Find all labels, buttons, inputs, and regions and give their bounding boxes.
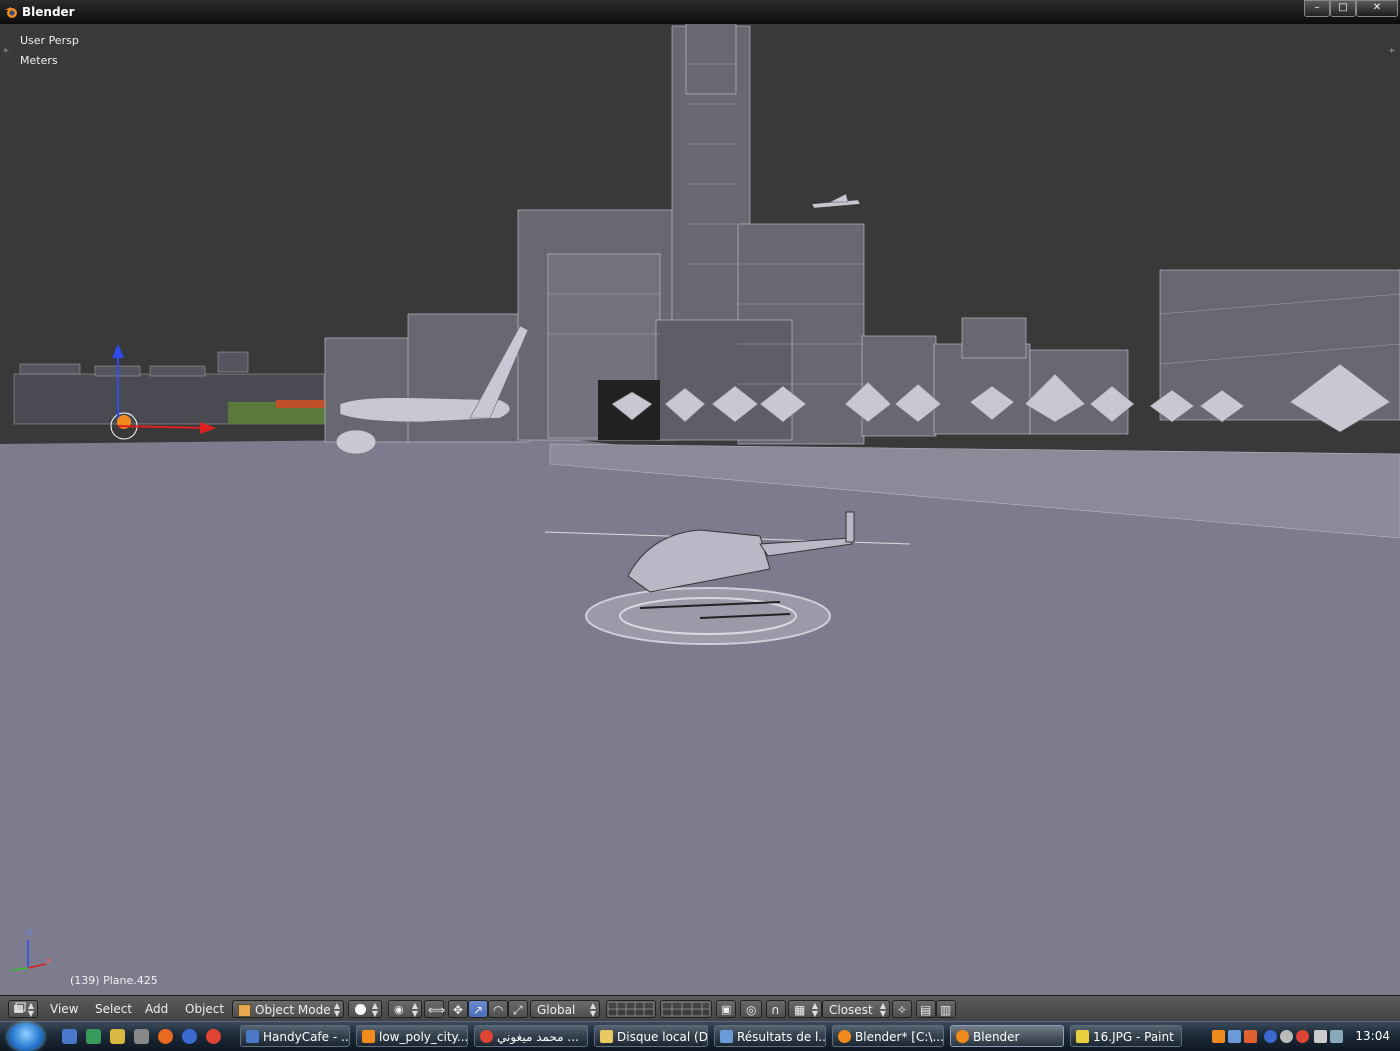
manipulator-center-button[interactable]: ⟺ (424, 1000, 446, 1018)
window-titlebar: Blender – □ ✕ (0, 0, 1400, 25)
layers-grid-icon (661, 1001, 711, 1017)
task-app-icon (480, 1030, 493, 1043)
scale-icon: ⤢ (513, 1003, 523, 1017)
vlc-tray-icon[interactable] (1212, 1030, 1225, 1043)
object-mode-icon (238, 1004, 251, 1017)
transform-orientation-selector[interactable]: Global ▲ ▼ (530, 1000, 600, 1018)
mode-label: Object Mode (255, 1003, 331, 1017)
tray-app-icon[interactable] (1244, 1030, 1257, 1043)
task-app-icon (246, 1030, 259, 1043)
task-app-icon (956, 1030, 969, 1043)
snap-target-label: Closest (829, 1003, 873, 1017)
task-button-chrome[interactable]: محمد ميغوني ... (474, 1025, 588, 1047)
toolshelf-toggle-icon[interactable]: + (2, 46, 10, 56)
active-object-label: (139) Plane.425 (70, 974, 158, 987)
mode-selector[interactable]: Object Mode ▲ ▼ (232, 1000, 344, 1018)
scene-render (0, 24, 1400, 995)
task-button-paint[interactable]: 16.JPG - Paint (1070, 1025, 1182, 1047)
windows-taskbar: HandyCafe - ... low_poly_city... محمد مي… (0, 1021, 1400, 1051)
lock-icon: ▣ (721, 1003, 732, 1016)
tray-misc-icon[interactable] (1330, 1030, 1343, 1043)
proportional-edit-icon: ◎ (746, 1003, 757, 1017)
menu-object[interactable]: Object (185, 1000, 224, 1018)
updown-icon: ▲ ▼ (27, 1001, 34, 1018)
task-button-handycafe[interactable]: HandyCafe - ... (240, 1025, 350, 1047)
browser-icon[interactable] (182, 1029, 197, 1044)
show-desktop-icon[interactable] (62, 1029, 77, 1044)
editor-type-selector[interactable]: ▲ ▼ (8, 1000, 38, 1018)
tray-browser-icon[interactable] (1264, 1030, 1277, 1043)
axis-z-label: z (27, 928, 32, 938)
layer-lock-button[interactable]: ▣ (716, 1000, 736, 1018)
quicklaunch-tool-icon[interactable] (134, 1029, 149, 1044)
minimize-button[interactable]: – (1304, 0, 1330, 17)
menu-select[interactable]: Select (95, 1000, 132, 1018)
magnet-icon: ∩ (771, 1003, 780, 1017)
view-name-label: User Persp (20, 34, 79, 47)
manipulator-axes-icon: ✥ (453, 1003, 464, 1017)
properties-toggle-icon[interactable]: + (1388, 46, 1396, 56)
proportional-edit-button[interactable]: ◎ (740, 1000, 762, 1018)
pivot-icon: ◉ (394, 1003, 404, 1016)
translate-manipulator-button[interactable]: ↗ (468, 1000, 488, 1018)
network-tray-icon[interactable] (1228, 1030, 1241, 1043)
quicklaunch-folder-icon[interactable] (110, 1029, 125, 1044)
layers-grid-icon (607, 1001, 655, 1017)
close-button[interactable]: ✕ (1356, 0, 1398, 17)
window-title: Blender (22, 5, 75, 19)
task-button-blender-file[interactable]: Blender* [C:\... (832, 1025, 944, 1047)
rotate-manipulator-button[interactable]: ◠ (488, 1000, 508, 1018)
snap-align-icon: ✧ (897, 1003, 908, 1017)
volume-icon[interactable] (1314, 1030, 1327, 1043)
task-app-icon (838, 1030, 851, 1043)
3d-view-header: ▲ ▼ View Select Add Object Object Mode ▲ ▼… (0, 995, 1400, 1022)
snap-rotation-button[interactable]: ✧ (892, 1000, 912, 1018)
task-app-icon (362, 1030, 375, 1043)
snap-increment-icon: ▦ (794, 1003, 806, 1017)
menu-view[interactable]: View (50, 1000, 78, 1018)
viewport-shading-selector[interactable]: ▲ ▼ (348, 1000, 382, 1018)
camera-icon: ▤ (920, 1003, 932, 1017)
task-button-low-poly-city[interactable]: low_poly_city... (356, 1025, 468, 1047)
tray-chrome-icon[interactable] (1296, 1030, 1309, 1043)
manipulator-toggle-button[interactable]: ✥ (448, 1000, 468, 1018)
scene-layers-1[interactable] (606, 1000, 656, 1018)
task-app-icon (720, 1030, 733, 1043)
render-animation-button[interactable]: ▥ (936, 1000, 956, 1018)
task-button-disque-local[interactable]: Disque local (D:) (594, 1025, 708, 1047)
tray-sync-icon[interactable] (1280, 1030, 1293, 1043)
firefox-icon[interactable] (158, 1029, 173, 1044)
scale-manipulator-button[interactable]: ⤢ (508, 1000, 528, 1018)
snap-toggle-button[interactable]: ∩ (766, 1000, 786, 1018)
taskbar-clock[interactable]: 13:04 (1355, 1029, 1390, 1043)
task-app-icon (1076, 1030, 1089, 1043)
translate-arrow-icon: ↗ (473, 1003, 484, 1017)
scene-layers-2[interactable] (660, 1000, 712, 1018)
start-button[interactable] (8, 1023, 44, 1051)
solid-shading-icon (355, 1004, 366, 1015)
render-still-button[interactable]: ▤ (916, 1000, 936, 1018)
maximize-button[interactable]: □ (1330, 0, 1356, 17)
system-tray: 13:04 (1200, 1022, 1400, 1051)
quicklaunch-app-icon[interactable] (86, 1029, 101, 1044)
task-app-icon (600, 1030, 613, 1043)
snap-element-selector[interactable]: ▦ ▲ ▼ (788, 1000, 822, 1018)
axis-x-label: x (46, 956, 52, 966)
manipulator-center-icon: ⟺ (428, 1003, 446, 1017)
3d-view-icon (14, 1002, 26, 1013)
task-button-blender[interactable]: Blender (950, 1025, 1064, 1047)
clapperboard-icon: ▥ (940, 1003, 952, 1017)
chrome-icon[interactable] (206, 1029, 221, 1044)
task-button-resultats[interactable]: Résultats de l... (714, 1025, 826, 1047)
blender-logo-icon (5, 7, 17, 18)
pivot-point-selector[interactable]: ◉ ▲ ▼ (388, 1000, 422, 1018)
rotate-arc-icon: ◠ (493, 1003, 504, 1017)
menu-add[interactable]: Add (145, 1000, 168, 1018)
snap-target-selector[interactable]: Closest ▲ ▼ (822, 1000, 890, 1018)
3d-viewport[interactable]: User Persp Meters (139) Plane.425 z x + … (0, 24, 1400, 995)
units-label: Meters (20, 54, 58, 67)
orientation-label: Global (537, 1003, 576, 1017)
